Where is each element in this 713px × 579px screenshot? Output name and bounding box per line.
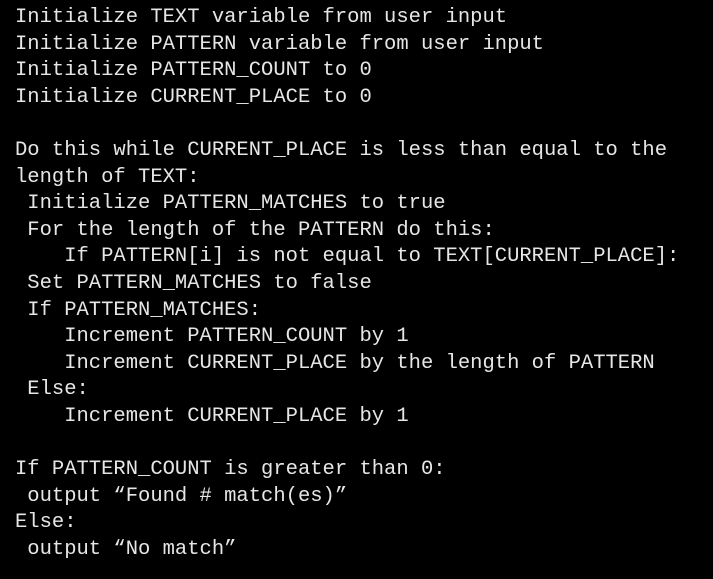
code-line: For the length of the PATTERN do this: xyxy=(15,218,495,242)
code-line: output “Found # match(es)” xyxy=(15,484,348,508)
code-line: output “No match” xyxy=(15,537,237,561)
pseudocode-block: Initialize TEXT variable from user input… xyxy=(15,5,679,563)
code-line: length of TEXT: xyxy=(15,165,200,189)
code-line: Else: xyxy=(15,511,77,535)
code-line: Increment PATTERN_COUNT by 1 xyxy=(15,325,409,349)
code-line: Initialize PATTERN variable from user in… xyxy=(15,32,544,56)
code-line: If PATTERN_COUNT is greater than 0: xyxy=(15,458,446,482)
code-line: Increment CURRENT_PLACE by the length of… xyxy=(15,351,655,375)
code-line: Else: xyxy=(15,378,89,402)
code-line: If PATTERN_MATCHES: xyxy=(15,298,262,322)
code-line: Initialize CURRENT_PLACE to 0 xyxy=(15,85,372,109)
code-line: Set PATTERN_MATCHES to false xyxy=(15,271,372,295)
code-line: Initialize PATTERN_COUNT to 0 xyxy=(15,59,372,83)
code-line: Initialize TEXT variable from user input xyxy=(15,6,508,29)
code-line: Do this while CURRENT_PLACE is less than… xyxy=(15,138,668,162)
code-line: If PATTERN[i] is not equal to TEXT[CURRE… xyxy=(15,245,680,269)
code-line: Increment CURRENT_PLACE by 1 xyxy=(15,404,409,428)
code-line: Initialize PATTERN_MATCHES to true xyxy=(15,192,446,216)
